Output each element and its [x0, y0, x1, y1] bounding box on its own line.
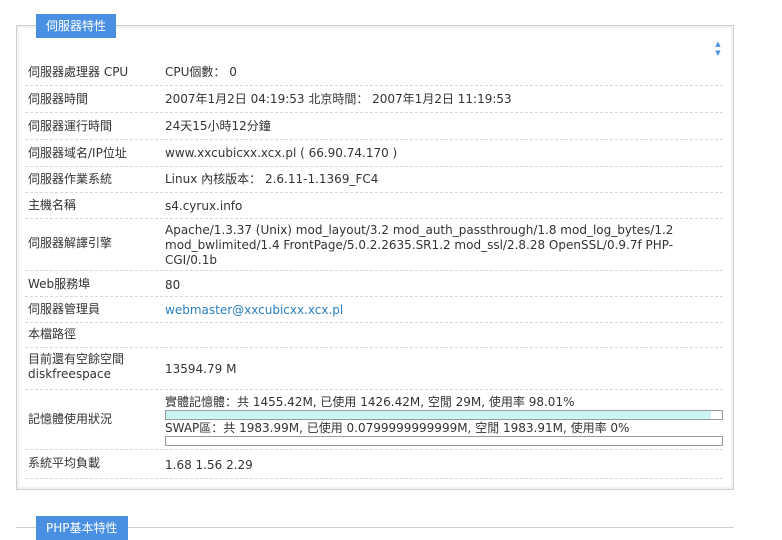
swap-bar [165, 436, 723, 446]
swap-caption: SWAP區：共 1983.99M, 已使用 0.0799999999999M, … [165, 421, 630, 435]
triangle-up-icon: ▲ [715, 40, 721, 48]
panel-title: 伺服器特性 [36, 14, 117, 38]
row-label-domain-ip: 伺服器域名/IP位址 [28, 146, 127, 160]
table-row: 伺服器運行時間 24天15小時12分鐘 [25, 113, 723, 140]
row-value-hostname: s4.cyrux.info [165, 199, 243, 213]
row-label-disk-free: 目前還有空餘空間 diskfreespace [28, 352, 125, 381]
table-row: 伺服器處理器 CPU CPU個數： 0 [25, 59, 723, 86]
row-value-web-port: 80 [165, 278, 181, 292]
row-label-file-path: 本檔路徑 [28, 327, 77, 341]
triangle-down-icon: ▼ [715, 49, 721, 57]
table-row: 伺服器管理員 webmaster@xxcubicxx.xcx.pl [25, 297, 723, 323]
row-value-admin-cell: webmaster@xxcubicxx.xcx.pl [165, 303, 721, 318]
row-label-web-port: Web服務埠 [28, 277, 91, 291]
row-label-hostname: 主機名稱 [28, 198, 77, 212]
admin-email-link[interactable]: webmaster@xxcubicxx.xcx.pl [165, 303, 343, 317]
table-row: 伺服器解譯引擎 Apache/1.3.37 (Unix) mod_layout/… [25, 219, 723, 271]
table-row: 本檔路徑 [25, 323, 723, 348]
row-label-admin: 伺服器管理員 [28, 302, 101, 316]
table-row: 伺服器時間 2007年1月2日 04:19:53 北京時間： 2007年1月2日… [25, 86, 723, 113]
row-label-load-avg: 系統平均負載 [28, 456, 101, 470]
row-label-uptime: 伺服器運行時間 [28, 119, 113, 133]
row-label-os: 伺服器作業系統 [28, 172, 113, 186]
row-value-load-avg: 1.68 1.56 2.29 [165, 458, 253, 472]
table-row: 系統平均負載 1.68 1.56 2.29 [25, 450, 723, 479]
table-row: 記憶體使用狀況 實體記憶體：共 1455.42M, 已使用 1426.42M, … [25, 390, 723, 450]
table-row: 主機名稱 s4.cyrux.info [25, 193, 723, 219]
row-label-memory: 記憶體使用狀況 [28, 412, 113, 426]
row-value-cpu: CPU個數： 0 [165, 65, 237, 79]
scroll-toggle-icon[interactable]: ▲ ▼ [713, 40, 723, 60]
row-value-domain-ip: www.xxcubicxx.xcx.pl ( 66.90.74.170 ) [165, 146, 398, 160]
row-label-cpu: 伺服器處理器 CPU [28, 65, 129, 79]
physical-memory-caption: 實體記憶體：共 1455.42M, 已使用 1426.42M, 空閒 29M, … [165, 395, 575, 409]
physical-memory-bar-fill [166, 411, 711, 419]
row-value-disk-free: 13594.79 M [165, 362, 237, 376]
row-value-time: 2007年1月2日 04:19:53 北京時間： 2007年1月2日 11:19… [165, 92, 512, 106]
table-row: Web服務埠 80 [25, 271, 723, 297]
row-label-engine: 伺服器解譯引擎 [28, 236, 113, 250]
table-row: 伺服器作業系統 Linux 內核版本： 2.6.11-1.1369_FC4 [25, 167, 723, 193]
physical-memory-bar [165, 410, 723, 420]
row-label-time: 伺服器時間 [28, 92, 89, 106]
row-value-uptime: 24天15小時12分鐘 [165, 119, 271, 133]
row-value-os: Linux 內核版本： 2.6.11-1.1369_FC4 [165, 172, 379, 186]
table-row: 目前還有空餘空間 diskfreespace 13594.79 M [25, 348, 723, 390]
next-panel-title: PHP基本特性 [36, 516, 128, 540]
table-row: 伺服器域名/IP位址 www.xxcubicxx.xcx.pl ( 66.90.… [25, 140, 723, 167]
row-value-engine: Apache/1.3.37 (Unix) mod_layout/3.2 mod_… [165, 223, 674, 267]
